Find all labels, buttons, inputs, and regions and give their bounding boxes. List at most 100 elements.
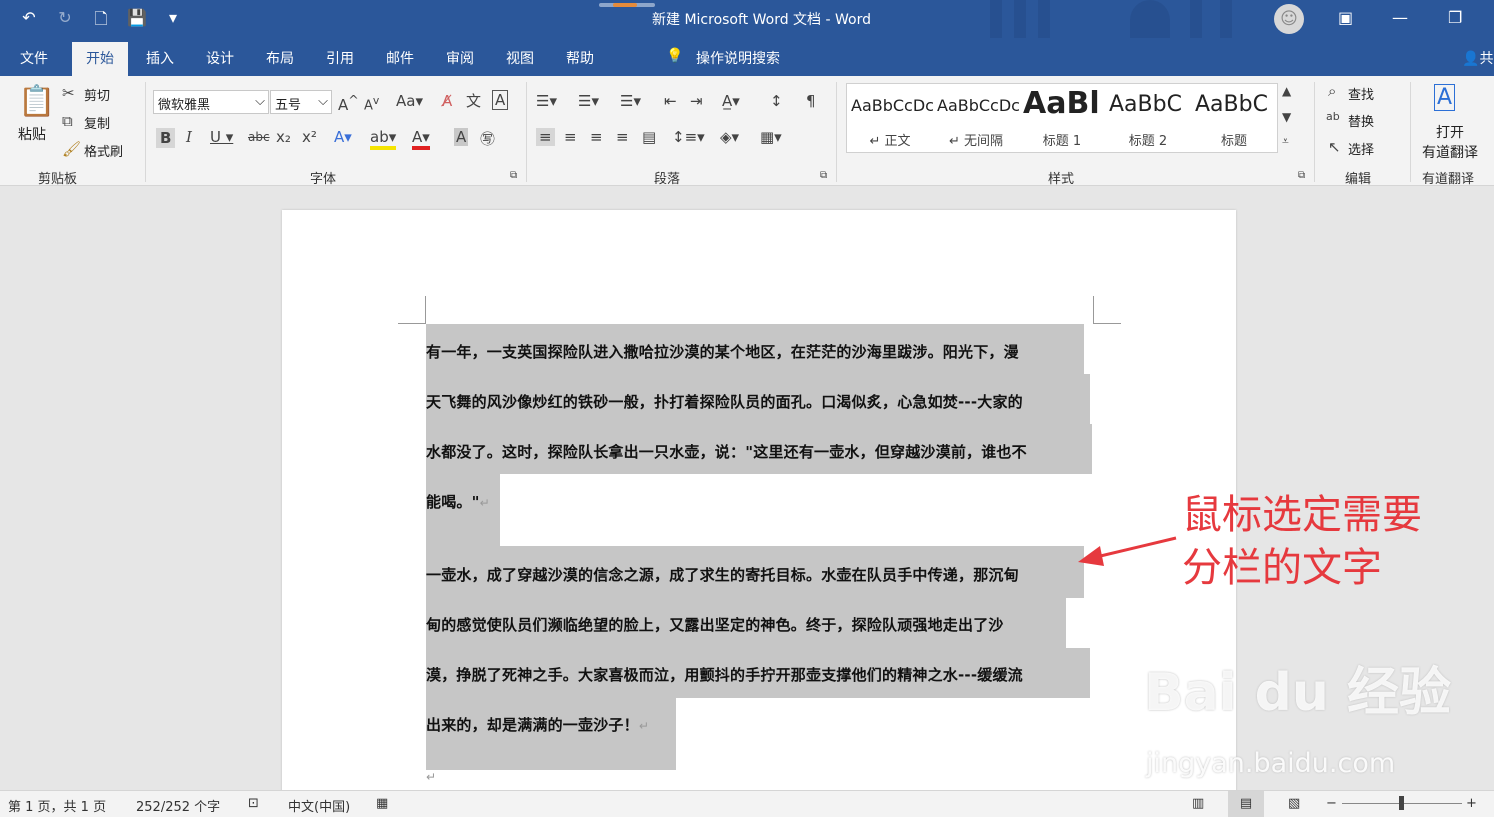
tab-layout[interactable]: 布局 <box>266 48 294 68</box>
tab-insert[interactable]: 插入 <box>146 48 174 68</box>
print-preview-icon[interactable]: 🗋 <box>90 8 112 35</box>
text-line[interactable]: 出来的，却是满满的一壶沙子！↵ <box>426 714 649 735</box>
word-count[interactable]: 252/252 个字 <box>136 796 220 815</box>
decrease-indent-icon[interactable]: ⇤ <box>664 92 677 110</box>
text-line[interactable]: 漠，挣脱了死神之手。大家喜极而泣，用颤抖的手拧开那壶支撑他们的精神之水---缓缓… <box>426 664 1023 685</box>
tab-mailings[interactable]: 邮件 <box>386 48 414 68</box>
tab-review[interactable]: 审阅 <box>446 48 474 68</box>
shading-icon[interactable]: ◈▾ <box>720 128 739 146</box>
font-name-select[interactable]: 微软雅黑 ⌵ <box>153 90 269 114</box>
shrink-font-icon[interactable]: Av <box>364 94 379 113</box>
paste-icon[interactable]: 📋 <box>18 84 55 119</box>
text-line[interactable]: 甸的感觉使队员们濒临绝望的脸上，又露出坚定的神色。终于，探险队顽强地走出了沙 <box>426 614 1004 635</box>
line-spacing-icon[interactable]: ↕≡▾ <box>672 128 705 146</box>
proofing-icon[interactable]: ⊡ <box>248 796 259 811</box>
grow-font-icon[interactable]: A^ <box>338 92 359 114</box>
tell-me-search[interactable]: 操作说明搜索 <box>696 48 780 68</box>
minimize-icon[interactable]: — <box>1392 8 1408 27</box>
clear-formatting-icon[interactable]: A̸ <box>442 92 452 110</box>
tab-view[interactable]: 视图 <box>506 48 534 68</box>
align-right-icon[interactable]: ≡ <box>590 128 603 146</box>
select-button[interactable]: 选择 <box>1348 139 1374 158</box>
character-border-icon[interactable]: A <box>492 90 509 110</box>
character-shading-icon[interactable]: A <box>454 128 469 146</box>
change-case-icon[interactable]: Aa▾ <box>396 92 423 110</box>
styles-scroll-up-icon[interactable]: ▲ <box>1282 84 1291 98</box>
align-center-icon[interactable]: ≡ <box>564 128 577 146</box>
lightbulb-icon: 💡 <box>666 48 684 64</box>
superscript-icon[interactable]: x² <box>302 128 317 146</box>
justify-icon[interactable]: ≡ <box>616 128 629 146</box>
paste-button[interactable]: 粘贴 <box>18 124 46 144</box>
styles-dialog-launcher-icon[interactable]: ⧉ <box>1298 170 1305 181</box>
redo-icon[interactable]: ↻ <box>54 8 76 35</box>
style-no-spacing[interactable]: AaBbCcDc ↵ 无间隔 <box>933 84 1020 152</box>
language-indicator[interactable]: 中文(中国) <box>288 796 350 815</box>
copy-button[interactable]: 复制 <box>84 113 110 132</box>
read-mode-icon[interactable]: ▥ <box>1192 796 1204 811</box>
bullets-icon[interactable]: ☰▾ <box>536 92 557 110</box>
print-layout-icon[interactable]: ▤ <box>1228 791 1264 817</box>
tab-references[interactable]: 引用 <box>326 48 354 68</box>
show-marks-icon[interactable]: ¶ <box>806 92 816 110</box>
customize-qat-icon[interactable]: ▾ <box>162 8 184 35</box>
undo-icon[interactable]: ↶ <box>18 8 40 35</box>
font-dialog-launcher-icon[interactable]: ⧉ <box>510 170 517 181</box>
text-line[interactable]: 天飞舞的风沙像炒红的铁砂一般，扑打着探险队员的面孔。口渴似炙，心急如焚---大家… <box>426 391 1023 412</box>
format-painter-button[interactable]: 格式刷 <box>84 141 123 160</box>
share-button[interactable]: 👤共 <box>1462 48 1493 68</box>
tab-design[interactable]: 设计 <box>206 48 234 68</box>
tab-help[interactable]: 帮助 <box>566 48 594 68</box>
enclose-characters-icon[interactable]: ㊢ <box>480 128 495 149</box>
zoom-in-icon[interactable]: + <box>1466 796 1477 811</box>
subscript-icon[interactable]: x₂ <box>276 128 291 146</box>
document-page[interactable]: 有一年，一支英国探险队进入撒哈拉沙漠的某个地区，在茫茫的沙海里跋涉。阳光下，漫 … <box>282 210 1236 800</box>
align-left-icon[interactable]: ≡ <box>536 128 555 146</box>
borders-icon[interactable]: ▦▾ <box>760 128 782 146</box>
distributed-icon[interactable]: ▤ <box>642 128 656 146</box>
asian-layout-icon[interactable]: A̲▾ <box>722 92 740 110</box>
text-line[interactable]: 能喝。"↵ <box>426 491 490 512</box>
underline-icon[interactable]: U ▾ <box>210 128 233 146</box>
italic-icon[interactable]: I <box>186 128 192 146</box>
text-line[interactable]: 有一年，一支英国探险队进入撒哈拉沙漠的某个地区，在茫茫的沙海里跋涉。阳光下，漫 <box>426 341 1019 362</box>
save-icon[interactable]: 💾 <box>126 8 148 35</box>
styles-more-icon[interactable]: ⩡ <box>1282 134 1289 149</box>
increase-indent-icon[interactable]: ⇥ <box>690 92 703 110</box>
youdao-translate-button[interactable]: 有道翻译 <box>1422 142 1478 162</box>
tab-file[interactable]: 文件 <box>20 48 48 68</box>
ribbon-display-icon[interactable]: ▣ <box>1338 8 1353 27</box>
multilevel-list-icon[interactable]: ☰▾ <box>620 92 641 110</box>
page-count[interactable]: 第 1 页，共 1 页 <box>8 796 106 815</box>
sort-icon[interactable]: ↕ <box>770 92 783 110</box>
bold-icon[interactable]: B <box>156 128 176 148</box>
style-normal[interactable]: AaBbCcDc ↵ 正文 <box>847 84 934 152</box>
account-avatar-icon[interactable]: ☺ <box>1274 4 1304 34</box>
paragraph-dialog-launcher-icon[interactable]: ⧉ <box>820 170 827 181</box>
text-effects-icon[interactable]: A▾ <box>334 128 352 146</box>
numbering-icon[interactable]: ☰▾ <box>578 92 599 110</box>
youdao-group-label: 有道翻译 <box>1422 172 1475 187</box>
font-color-icon[interactable]: A▾ <box>412 128 430 150</box>
zoom-slider-handle[interactable] <box>1399 796 1404 810</box>
replace-button[interactable]: 替换 <box>1348 111 1374 130</box>
find-button[interactable]: 查找 <box>1348 84 1374 103</box>
strikethrough-icon[interactable]: abc <box>248 130 270 144</box>
font-group-label: 字体 <box>310 172 337 187</box>
style-heading-1[interactable]: AaBl 标题 1 <box>1019 84 1105 152</box>
font-size-select[interactable]: 五号 ⌵ <box>270 90 332 114</box>
zoom-out-icon[interactable]: − <box>1326 796 1337 811</box>
restore-icon[interactable]: ❐ <box>1448 8 1462 27</box>
text-line[interactable]: 一壶水，成了穿越沙漠的信念之源，成了求生的寄托目标。水壶在队员手中传递，那沉甸 <box>426 564 1019 585</box>
open-youdao-button[interactable]: 打开 <box>1436 122 1464 142</box>
web-layout-icon[interactable]: ▧ <box>1288 796 1300 811</box>
cut-button[interactable]: 剪切 <box>84 85 110 104</box>
style-heading-2[interactable]: AaBbC 标题 2 <box>1105 84 1191 152</box>
text-line[interactable]: 水都没了。这时，探险队长拿出一只水壶，说："这里还有一壶水，但穿越沙漠前，谁也不 <box>426 441 1027 462</box>
macro-icon[interactable]: ▦ <box>376 796 388 811</box>
phonetic-guide-icon[interactable]: 文 <box>466 90 481 111</box>
style-title[interactable]: AaBbC 标题 <box>1191 84 1277 152</box>
highlight-icon[interactable]: ab▾ <box>370 128 397 150</box>
styles-scroll-down-icon[interactable]: ▼ <box>1282 110 1291 124</box>
tab-home[interactable]: 开始 <box>72 42 128 76</box>
